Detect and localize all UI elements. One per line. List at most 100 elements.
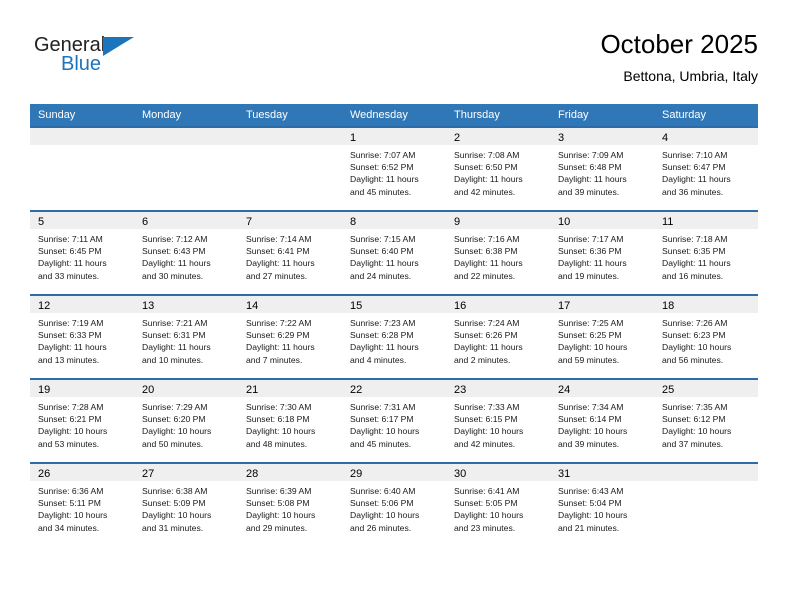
day-number: 26 xyxy=(38,468,51,480)
calendar-day-cell[interactable] xyxy=(238,126,342,210)
day-cell-inner: 2 Sunrise: 7:08 AM Sunset: 6:50 PM Daylight… xyxy=(446,126,550,210)
day-cell-details: Sunrise: 7:15 AM Sunset: 6:40 PM Daylight:… xyxy=(342,229,446,282)
daylight-text-line2: and 13 minutes. xyxy=(38,354,100,365)
sunset-text: Sunset: 6:35 PM xyxy=(662,246,726,257)
sunset-text: Sunset: 6:15 PM xyxy=(454,414,518,425)
day-number-band: 10 xyxy=(550,212,654,229)
day-cell-inner: 4 Sunrise: 7:10 AM Sunset: 6:47 PM Daylight… xyxy=(654,126,758,210)
sunrise-text: Sunrise: 7:35 AM xyxy=(662,402,728,412)
sunset-text: Sunset: 5:04 PM xyxy=(558,498,622,509)
sunrise-text: Sunrise: 6:39 AM xyxy=(246,486,312,496)
daylight-text-line2: and 37 minutes. xyxy=(662,438,724,449)
calendar-day-cell[interactable]: 8 Sunrise: 7:15 AM Sunset: 6:40 PM Daylight… xyxy=(342,210,446,294)
day-number-band: 6 xyxy=(134,212,238,229)
daylight-text-line2: and 19 minutes. xyxy=(558,270,620,281)
daylight-text-line1: Daylight: 10 hours xyxy=(558,426,628,437)
calendar-day-cell[interactable]: 30 Sunrise: 6:41 AM Sunset: 5:05 PM Dayligh… xyxy=(446,462,550,546)
calendar-day-cell[interactable]: 6 Sunrise: 7:12 AM Sunset: 6:43 PM Daylight… xyxy=(134,210,238,294)
day-cell-details: Sunrise: 7:31 AM Sunset: 6:17 PM Daylight:… xyxy=(342,397,446,450)
sunset-text: Sunset: 6:18 PM xyxy=(246,414,310,425)
sunrise-text: Sunrise: 7:22 AM xyxy=(246,318,312,328)
calendar-week-row: 5 Sunrise: 7:11 AM Sunset: 6:45 PM Daylight… xyxy=(30,210,758,294)
day-number: 10 xyxy=(558,216,571,228)
day-cell-inner: 24 Sunrise: 7:34 AM Sunset: 6:14 PM Dayligh… xyxy=(550,378,654,462)
daylight-text-line2: and 24 minutes. xyxy=(350,270,412,281)
daylight-text-line1: Daylight: 10 hours xyxy=(662,342,732,353)
day-cell-details: Sunrise: 7:11 AM Sunset: 6:45 PM Daylight:… xyxy=(30,229,134,282)
day-number: 30 xyxy=(454,468,467,480)
sunrise-text: Sunrise: 7:11 AM xyxy=(38,234,103,244)
day-cell-inner xyxy=(134,126,238,210)
day-cell-inner: 26 Sunrise: 6:36 AM Sunset: 5:11 PM Dayligh… xyxy=(30,462,134,546)
page-header: General Blue October 2025 Bettona, Umbri… xyxy=(34,28,758,96)
calendar-day-cell[interactable]: 19 Sunrise: 7:28 AM Sunset: 6:21 PM Dayligh… xyxy=(30,378,134,462)
day-number: 12 xyxy=(38,300,51,312)
calendar-day-cell[interactable]: 25 Sunrise: 7:35 AM Sunset: 6:12 PM Dayligh… xyxy=(654,378,758,462)
calendar-day-cell[interactable]: 31 Sunrise: 6:43 AM Sunset: 5:04 PM Dayligh… xyxy=(550,462,654,546)
calendar-day-cell[interactable]: 10 Sunrise: 7:17 AM Sunset: 6:36 PM Dayligh… xyxy=(550,210,654,294)
day-cell-details: Sunrise: 7:28 AM Sunset: 6:21 PM Daylight:… xyxy=(30,397,134,450)
calendar-day-cell[interactable]: 7 Sunrise: 7:14 AM Sunset: 6:41 PM Daylight… xyxy=(238,210,342,294)
daylight-text-line1: Daylight: 10 hours xyxy=(350,426,420,437)
calendar-day-cell[interactable]: 12 Sunrise: 7:19 AM Sunset: 6:33 PM Dayligh… xyxy=(30,294,134,378)
sunset-text: Sunset: 6:31 PM xyxy=(142,330,206,341)
day-number-band xyxy=(30,128,134,145)
calendar-day-cell[interactable]: 1 Sunrise: 7:07 AM Sunset: 6:52 PM Daylight… xyxy=(342,126,446,210)
calendar-day-cell[interactable]: 13 Sunrise: 7:21 AM Sunset: 6:31 PM Dayligh… xyxy=(134,294,238,378)
weekday-header-cell: Thursday xyxy=(446,104,550,126)
day-cell-inner: 12 Sunrise: 7:19 AM Sunset: 6:33 PM Dayligh… xyxy=(30,294,134,378)
calendar-day-cell[interactable]: 20 Sunrise: 7:29 AM Sunset: 6:20 PM Dayligh… xyxy=(134,378,238,462)
day-number: 17 xyxy=(558,300,571,312)
day-cell-inner: 11 Sunrise: 7:18 AM Sunset: 6:35 PM Dayligh… xyxy=(654,210,758,294)
calendar-week-row: 19 Sunrise: 7:28 AM Sunset: 6:21 PM Dayligh… xyxy=(30,378,758,462)
daylight-text-line1: Daylight: 10 hours xyxy=(350,510,420,521)
daylight-text-line2: and 45 minutes. xyxy=(350,438,412,449)
calendar-day-cell[interactable]: 21 Sunrise: 7:30 AM Sunset: 6:18 PM Dayligh… xyxy=(238,378,342,462)
calendar-day-cell[interactable]: 26 Sunrise: 6:36 AM Sunset: 5:11 PM Dayligh… xyxy=(30,462,134,546)
sunrise-text: Sunrise: 7:33 AM xyxy=(454,402,520,412)
daylight-text-line1: Daylight: 10 hours xyxy=(38,426,108,437)
calendar-day-cell[interactable]: 11 Sunrise: 7:18 AM Sunset: 6:35 PM Dayligh… xyxy=(654,210,758,294)
calendar-day-cell[interactable]: 29 Sunrise: 6:40 AM Sunset: 5:06 PM Dayligh… xyxy=(342,462,446,546)
daylight-text-line2: and 56 minutes. xyxy=(662,354,724,365)
calendar-day-cell[interactable]: 17 Sunrise: 7:25 AM Sunset: 6:25 PM Dayligh… xyxy=(550,294,654,378)
calendar-day-cell[interactable]: 22 Sunrise: 7:31 AM Sunset: 6:17 PM Dayligh… xyxy=(342,378,446,462)
calendar-day-cell[interactable] xyxy=(654,462,758,546)
calendar-day-cell[interactable]: 2 Sunrise: 7:08 AM Sunset: 6:50 PM Daylight… xyxy=(446,126,550,210)
day-number-band: 30 xyxy=(446,464,550,481)
sunset-text: Sunset: 6:41 PM xyxy=(246,246,310,257)
calendar-day-cell[interactable] xyxy=(30,126,134,210)
calendar-day-cell[interactable]: 16 Sunrise: 7:24 AM Sunset: 6:26 PM Dayligh… xyxy=(446,294,550,378)
calendar-day-cell[interactable]: 24 Sunrise: 7:34 AM Sunset: 6:14 PM Dayligh… xyxy=(550,378,654,462)
calendar-day-cell[interactable]: 15 Sunrise: 7:23 AM Sunset: 6:28 PM Dayligh… xyxy=(342,294,446,378)
calendar-day-cell[interactable]: 9 Sunrise: 7:16 AM Sunset: 6:38 PM Daylight… xyxy=(446,210,550,294)
day-number-band: 9 xyxy=(446,212,550,229)
day-number-band: 21 xyxy=(238,380,342,397)
daylight-text-line1: Daylight: 11 hours xyxy=(350,342,419,353)
weekday-header-cell: Sunday xyxy=(30,104,134,126)
weekday-header-cell: Saturday xyxy=(654,104,758,126)
calendar-day-cell[interactable]: 27 Sunrise: 6:38 AM Sunset: 5:09 PM Dayligh… xyxy=(134,462,238,546)
daylight-text-line1: Daylight: 11 hours xyxy=(38,342,107,353)
sunrise-text: Sunrise: 6:41 AM xyxy=(454,486,520,496)
sunrise-text: Sunrise: 7:26 AM xyxy=(662,318,728,328)
sunrise-text: Sunrise: 7:07 AM xyxy=(350,150,416,160)
sunrise-text: Sunrise: 7:10 AM xyxy=(662,150,728,160)
calendar-day-cell[interactable] xyxy=(134,126,238,210)
day-cell-inner: 27 Sunrise: 6:38 AM Sunset: 5:09 PM Dayligh… xyxy=(134,462,238,546)
calendar-day-cell[interactable]: 5 Sunrise: 7:11 AM Sunset: 6:45 PM Daylight… xyxy=(30,210,134,294)
daylight-text-line2: and 26 minutes. xyxy=(350,522,412,533)
calendar-day-cell[interactable]: 4 Sunrise: 7:10 AM Sunset: 6:47 PM Daylight… xyxy=(654,126,758,210)
day-number: 5 xyxy=(38,216,45,228)
daylight-text-line1: Daylight: 10 hours xyxy=(558,510,628,521)
day-cell-details: Sunrise: 6:41 AM Sunset: 5:05 PM Daylight:… xyxy=(446,481,550,534)
day-cell-inner: 20 Sunrise: 7:29 AM Sunset: 6:20 PM Dayligh… xyxy=(134,378,238,462)
calendar-day-cell[interactable]: 18 Sunrise: 7:26 AM Sunset: 6:23 PM Dayligh… xyxy=(654,294,758,378)
calendar-day-cell[interactable]: 28 Sunrise: 6:39 AM Sunset: 5:08 PM Dayligh… xyxy=(238,462,342,546)
calendar-day-cell[interactable]: 14 Sunrise: 7:22 AM Sunset: 6:29 PM Dayligh… xyxy=(238,294,342,378)
day-number: 11 xyxy=(662,216,674,228)
day-number-band: 7 xyxy=(238,212,342,229)
daylight-text-line2: and 21 minutes. xyxy=(558,522,620,533)
calendar-day-cell[interactable]: 23 Sunrise: 7:33 AM Sunset: 6:15 PM Dayligh… xyxy=(446,378,550,462)
calendar-day-cell[interactable]: 3 Sunrise: 7:09 AM Sunset: 6:48 PM Daylight… xyxy=(550,126,654,210)
